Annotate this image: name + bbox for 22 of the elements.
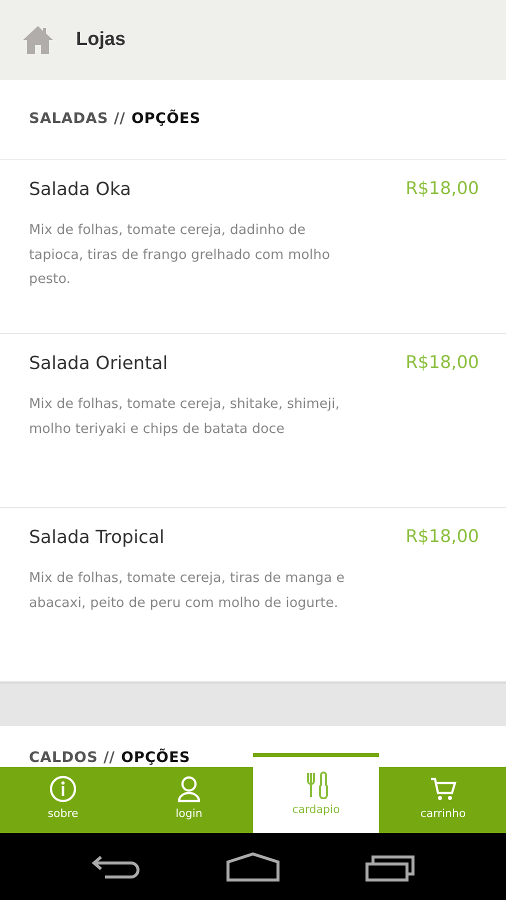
item-description: Mix de folhas, tomate cereja, shitake, shimeji, molho teriyaki e chips de batata doce xyxy=(29,395,341,438)
item-description: Mix de folhas, tomate cereja, tiras de manga e abacaxi, peito de peru com molho de iogurte. xyxy=(29,569,346,612)
item-name[interactable]: Salada Oka xyxy=(29,176,131,203)
nav-tab[interactable]: carrinho xyxy=(380,767,506,833)
item-description: Mix de folhas, tomate cereja, dadinho de tapioca, tiras de frango grelhado com molho pesto. xyxy=(29,221,331,289)
item-name[interactable]: Salada Tropical xyxy=(29,524,164,551)
item-price: R$18,00 xyxy=(406,526,479,549)
cart-icon xyxy=(429,775,457,803)
section-title: OPÇÕES xyxy=(121,748,190,767)
info-icon xyxy=(49,775,77,803)
header-title: Lojas xyxy=(76,28,126,52)
section-title: OPÇÕES xyxy=(131,108,201,129)
section-category: CALDOS // xyxy=(29,749,116,767)
item-price: R$18,00 xyxy=(406,178,479,201)
nav-tab[interactable]: sobre xyxy=(0,767,126,833)
item-name[interactable]: Salada Oriental xyxy=(29,350,168,377)
section-category: SALADAS // xyxy=(29,110,126,129)
user-icon xyxy=(175,775,203,803)
nav-tab[interactable]: login xyxy=(126,767,252,833)
nav-tab[interactable]: cardapio xyxy=(253,753,379,833)
item-price: R$18,00 xyxy=(406,352,479,375)
home-icon[interactable] xyxy=(226,852,280,882)
